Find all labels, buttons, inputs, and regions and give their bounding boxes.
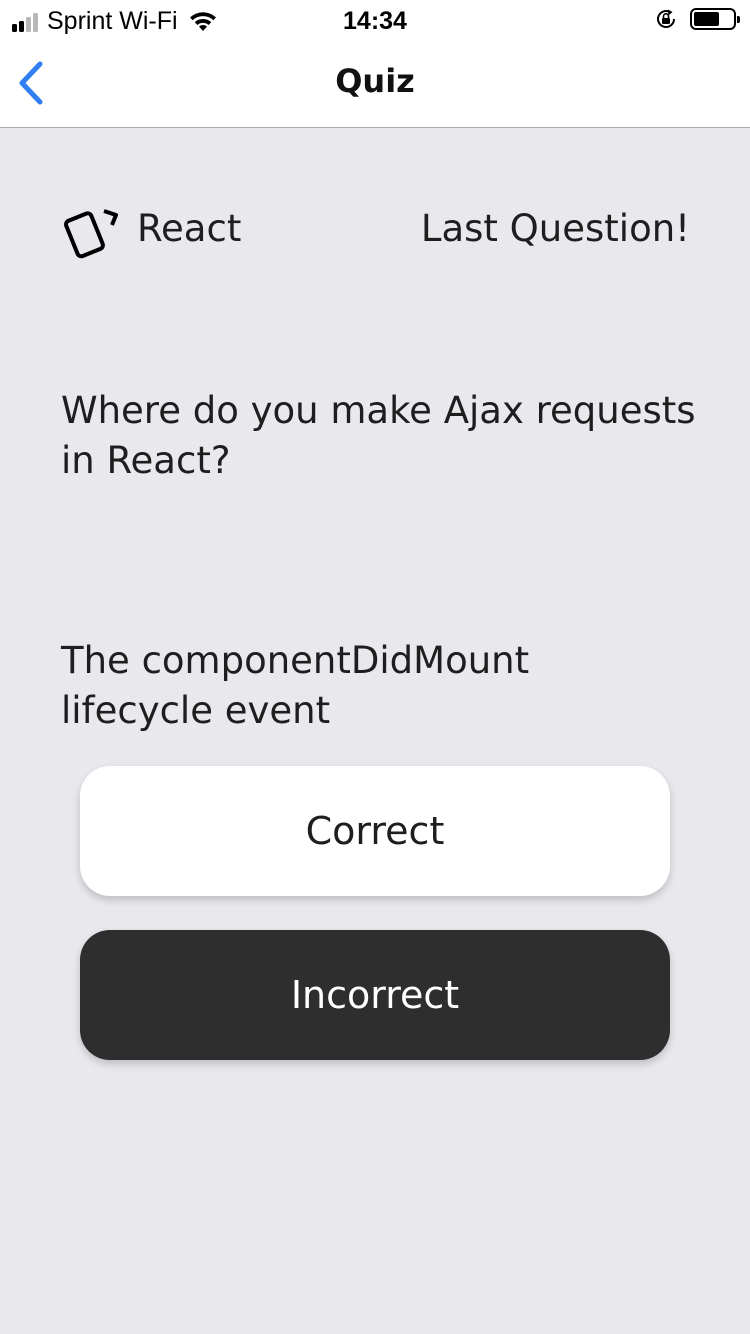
incorrect-button[interactable]: Incorrect [80,930,670,1060]
navigation-bar: Quiz [0,40,750,128]
correct-button-label: Correct [305,809,445,853]
cards-icon [64,209,118,259]
incorrect-button-label: Incorrect [290,973,460,1017]
status-bar: Sprint Wi-Fi 14:34 [0,0,750,40]
battery-icon [690,8,740,30]
question-progress: Last Question! [420,207,690,250]
question-text: Where do you make Ajax requests in React… [61,389,696,482]
page-title: Quiz [335,62,415,100]
answer-text: The componentDidMount lifecycle event [61,639,530,732]
correct-button[interactable]: Correct [80,766,670,896]
orientation-lock-icon [657,9,676,28]
status-right [654,7,740,31]
quiz-header: React Last Question! [62,205,690,261]
deck-name: React [137,207,242,250]
status-time: 14:34 [343,7,407,35]
